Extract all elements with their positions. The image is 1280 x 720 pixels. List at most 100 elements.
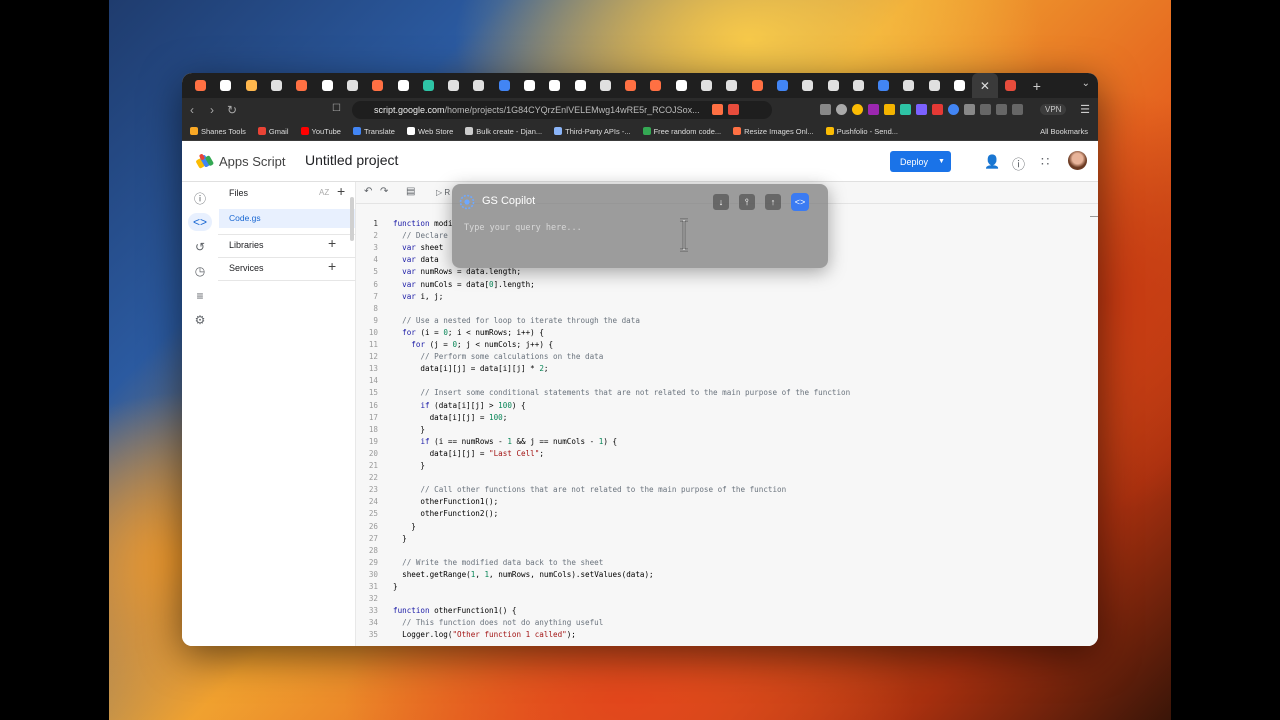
code-line[interactable]: 6 var numCols = data[0].length; bbox=[356, 279, 1098, 291]
extension-icon[interactable] bbox=[820, 104, 831, 115]
code-icon[interactable]: <> bbox=[193, 215, 207, 229]
browser-tab[interactable] bbox=[947, 73, 972, 98]
add-library-button[interactable]: + bbox=[328, 235, 336, 251]
code-line[interactable]: 29 // Write the modified data back to th… bbox=[356, 557, 1098, 569]
avatar[interactable] bbox=[1068, 151, 1087, 170]
browser-tab[interactable] bbox=[289, 73, 314, 98]
bookmark-item[interactable]: Translate bbox=[352, 127, 395, 136]
extension-icon[interactable] bbox=[980, 104, 991, 115]
code-line[interactable]: 16 if (data[i][j] > 100) { bbox=[356, 400, 1098, 412]
browser-tab[interactable] bbox=[922, 73, 947, 98]
overview-icon[interactable]: ⓘ bbox=[193, 192, 207, 206]
add-file-button[interactable]: + bbox=[337, 183, 345, 199]
code-line[interactable]: 32 bbox=[356, 593, 1098, 605]
reload-icon[interactable]: ↻ bbox=[222, 103, 242, 117]
browser-tab[interactable] bbox=[694, 73, 719, 98]
apps-grid-icon[interactable]: ∷ bbox=[1041, 154, 1049, 170]
code-line[interactable]: 7 var i, j; bbox=[356, 291, 1098, 303]
bookmark-item[interactable]: Resize Images Onl... bbox=[733, 127, 814, 136]
deploy-button[interactable]: Deploy ▼ bbox=[890, 151, 951, 172]
code-line[interactable]: 24 otherFunction1(); bbox=[356, 496, 1098, 508]
code-line[interactable]: 23 // Call other functions that are not … bbox=[356, 484, 1098, 496]
project-title[interactable]: Untitled project bbox=[305, 152, 398, 168]
code-line[interactable]: 22 bbox=[356, 472, 1098, 484]
files-scrollbar[interactable] bbox=[350, 197, 354, 241]
browser-tab[interactable] bbox=[643, 73, 668, 98]
browser-tab[interactable] bbox=[770, 73, 795, 98]
code-icon[interactable]: <> bbox=[791, 193, 809, 211]
extension-icon[interactable] bbox=[852, 104, 863, 115]
extension-icon[interactable] bbox=[868, 104, 879, 115]
bookmark-item[interactable]: Pushfolio - Send... bbox=[825, 127, 898, 136]
browser-tab[interactable] bbox=[593, 73, 618, 98]
file-item-code-gs[interactable]: Code.gs bbox=[219, 209, 355, 228]
extension-icon[interactable] bbox=[900, 104, 911, 115]
browser-tab[interactable] bbox=[820, 73, 845, 98]
browser-tab[interactable] bbox=[517, 73, 542, 98]
extension-icon[interactable] bbox=[1012, 104, 1023, 115]
code-line[interactable]: 21 } bbox=[356, 460, 1098, 472]
browser-tab[interactable] bbox=[466, 73, 491, 98]
code-line[interactable]: 13 data[i][j] = data[i][j] * 2; bbox=[356, 363, 1098, 375]
back-icon[interactable]: ‹ bbox=[182, 103, 202, 117]
add-person-icon[interactable]: 👤 bbox=[984, 154, 1000, 170]
extension-icon[interactable] bbox=[712, 104, 723, 115]
browser-tab[interactable] bbox=[896, 73, 921, 98]
run-button[interactable]: ▷ R bbox=[436, 188, 450, 197]
sidepanel-icon[interactable] bbox=[996, 104, 1007, 115]
bookmark-item[interactable]: Third-Party APIs -... bbox=[554, 127, 631, 136]
code-line[interactable]: 11 for (j = 0; j < numCols; j++) { bbox=[356, 339, 1098, 351]
new-tab-button[interactable]: + bbox=[1033, 78, 1041, 94]
redo-icon[interactable]: ↷ bbox=[380, 186, 388, 197]
browser-tab[interactable] bbox=[213, 73, 238, 98]
save-icon[interactable]: ▤ bbox=[406, 186, 415, 197]
puzzle-icon[interactable] bbox=[964, 104, 975, 115]
forward-icon[interactable]: › bbox=[202, 103, 222, 117]
extension-icon[interactable] bbox=[948, 104, 959, 115]
browser-tab[interactable] bbox=[390, 73, 415, 98]
extension-icon[interactable] bbox=[932, 104, 943, 115]
code-line[interactable]: 26 } bbox=[356, 521, 1098, 533]
browser-tab[interactable] bbox=[492, 73, 517, 98]
code-line[interactable]: 8 bbox=[356, 303, 1098, 315]
extension-icon[interactable] bbox=[916, 104, 927, 115]
url-bar[interactable]: script.google.com/home/projects/1G84CYQr… bbox=[352, 101, 772, 119]
browser-tab[interactable] bbox=[669, 73, 694, 98]
code-line[interactable]: 12 // Perform some calculations on the d… bbox=[356, 351, 1098, 363]
code-line[interactable]: 5 var numRows = data.length; bbox=[356, 266, 1098, 278]
close-tab-icon[interactable]: ✕ bbox=[980, 79, 990, 93]
browser-tab[interactable] bbox=[567, 73, 592, 98]
browser-tab[interactable] bbox=[846, 73, 871, 98]
bookmark-item[interactable]: YouTube bbox=[300, 127, 341, 136]
code-line[interactable]: 34 // This function does not do anything… bbox=[356, 617, 1098, 629]
bookmark-item[interactable]: Free random code... bbox=[642, 127, 721, 136]
browser-tab[interactable]: ✕ bbox=[972, 73, 998, 98]
code-line[interactable]: 9 // Use a nested for loop to iterate th… bbox=[356, 315, 1098, 327]
bookmark-item[interactable]: Web Store bbox=[406, 127, 453, 136]
upload-icon[interactable]: ↑ bbox=[764, 193, 782, 211]
code-line[interactable]: 10 for (i = 0; i < numRows; i++) { bbox=[356, 327, 1098, 339]
code-area[interactable]: 1 function modi 2 // Declare 3 var sheet 4 v… bbox=[356, 218, 1098, 646]
all-bookmarks-button[interactable]: All Bookmarks bbox=[1040, 127, 1088, 136]
browser-tab[interactable] bbox=[188, 73, 213, 98]
code-line[interactable]: 28 bbox=[356, 545, 1098, 557]
vpn-badge[interactable]: VPN bbox=[1040, 104, 1067, 115]
extension-icon[interactable] bbox=[836, 104, 847, 115]
browser-tab[interactable] bbox=[745, 73, 770, 98]
code-line[interactable]: 30 sheet.getRange(1, 1, numRows, numCols… bbox=[356, 569, 1098, 581]
browser-tab[interactable] bbox=[719, 73, 744, 98]
tab-search-icon[interactable]: ⌄ bbox=[1082, 78, 1090, 89]
browser-tab[interactable] bbox=[618, 73, 643, 98]
code-line[interactable]: 31} bbox=[356, 581, 1098, 593]
code-line[interactable]: 27 } bbox=[356, 533, 1098, 545]
extension-icon[interactable] bbox=[884, 104, 895, 115]
extension-icon[interactable] bbox=[728, 104, 739, 115]
sort-az-icon[interactable]: AZ bbox=[319, 188, 329, 197]
add-service-button[interactable]: + bbox=[328, 258, 336, 274]
bookmark-item[interactable]: Shanes Tools bbox=[190, 127, 246, 136]
pin-icon[interactable]: ⫯ bbox=[738, 193, 756, 211]
code-line[interactable]: 19 if (i == numRows - 1 && j == numCols … bbox=[356, 436, 1098, 448]
browser-tab[interactable] bbox=[340, 73, 365, 98]
executions-icon[interactable]: ≡ bbox=[193, 289, 207, 303]
libraries-section[interactable]: Libraries bbox=[229, 240, 264, 250]
